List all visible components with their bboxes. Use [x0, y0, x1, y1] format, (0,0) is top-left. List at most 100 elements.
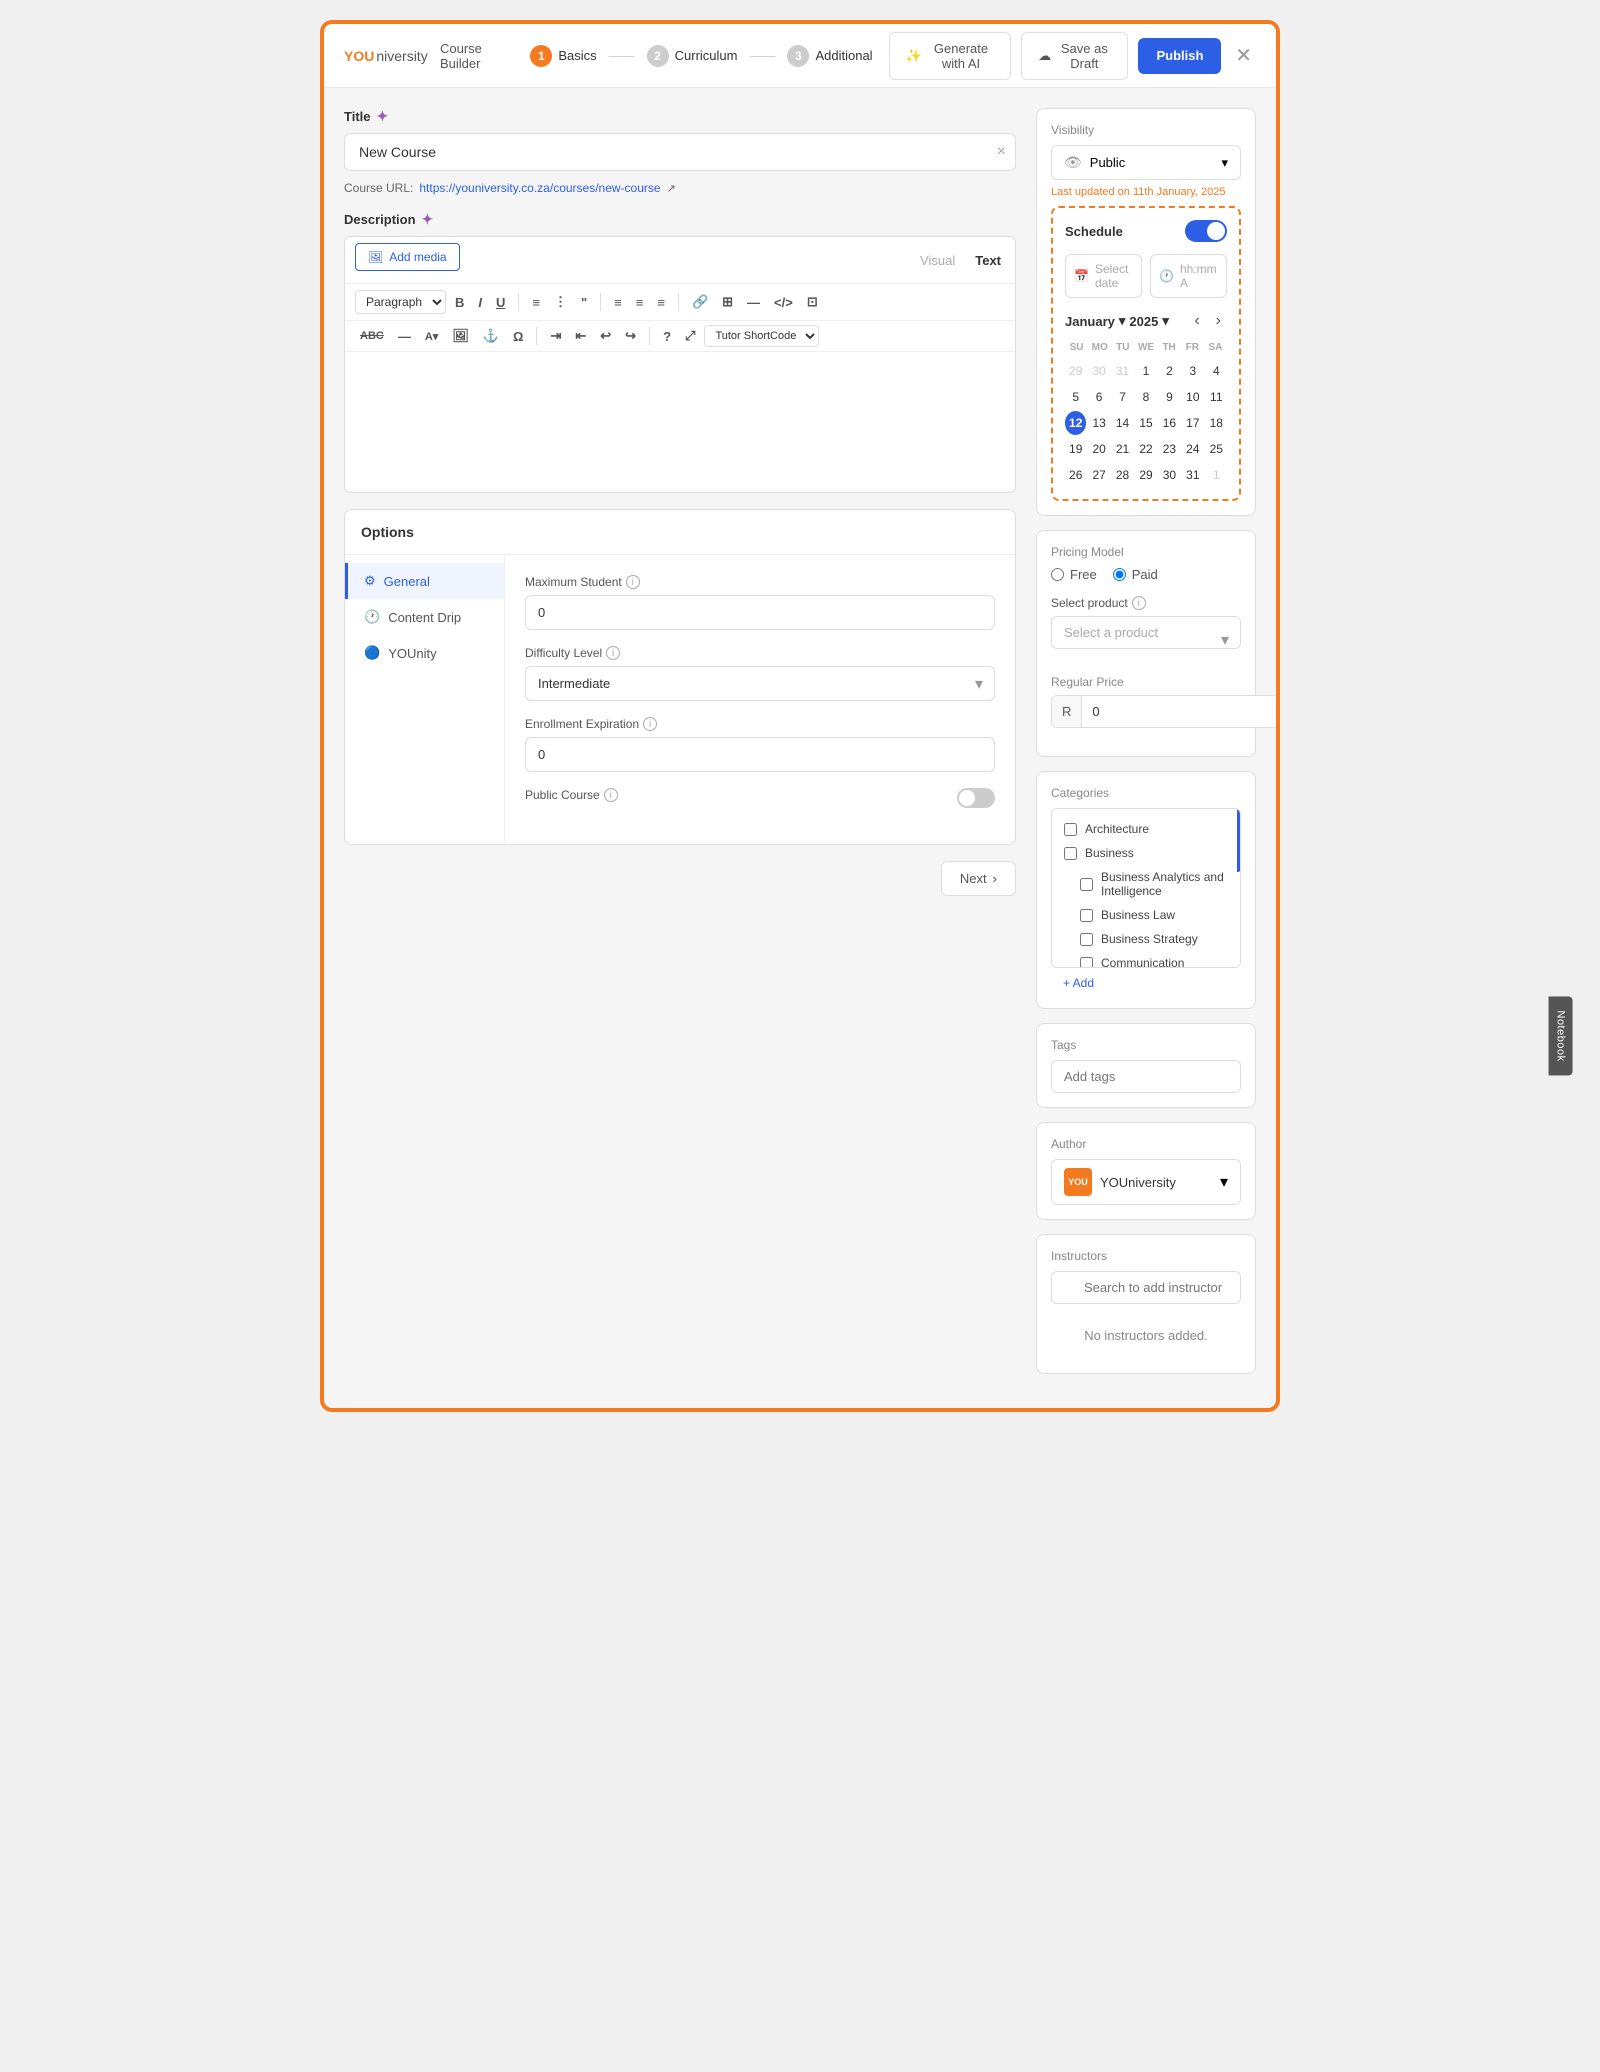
- notebook-tab[interactable]: Notebook: [1548, 996, 1572, 1075]
- indent-btn[interactable]: ⇥: [545, 325, 566, 347]
- outdent-btn[interactable]: ⇤: [570, 325, 591, 347]
- calendar-day-5[interactable]: 5: [1065, 385, 1086, 409]
- cat-business-strategy[interactable]: Business Strategy: [1052, 927, 1240, 951]
- omega-btn[interactable]: Ω: [508, 326, 528, 347]
- schedule-toggle[interactable]: [1185, 220, 1227, 242]
- calendar-prev-btn[interactable]: ‹: [1188, 310, 1205, 332]
- add-media-button[interactable]: 🖼 Add media: [355, 243, 460, 271]
- fullscreen-btn[interactable]: ⤢: [680, 325, 700, 347]
- divider-btn[interactable]: —: [393, 326, 416, 347]
- save-draft-button[interactable]: ☁ Save as Draft: [1021, 32, 1128, 80]
- undo-btn[interactable]: ↩: [595, 325, 616, 347]
- tab-content-drip[interactable]: 🕐 Content Drip: [345, 599, 504, 635]
- regular-price-input[interactable]: [1082, 696, 1278, 727]
- cat-business-analytics-checkbox[interactable]: [1080, 878, 1093, 891]
- cat-architecture[interactable]: Architecture: [1052, 817, 1240, 841]
- calendar-day-30[interactable]: 30: [1159, 463, 1180, 487]
- calendar-day-8[interactable]: 8: [1135, 385, 1156, 409]
- calendar-day-29[interactable]: 29: [1135, 463, 1156, 487]
- bold-btn[interactable]: B: [450, 292, 469, 313]
- cat-business-strategy-checkbox[interactable]: [1080, 933, 1093, 946]
- link-btn[interactable]: 🔗: [687, 291, 713, 313]
- ol-btn[interactable]: ⋮: [549, 291, 572, 313]
- calendar-day-11[interactable]: 11: [1206, 385, 1227, 409]
- editor-body[interactable]: [345, 352, 1015, 492]
- redo-btn[interactable]: ↪: [620, 325, 641, 347]
- cat-business-checkbox[interactable]: [1064, 847, 1077, 860]
- free-radio[interactable]: [1051, 568, 1064, 581]
- shortcode-select[interactable]: Tutor ShortCode: [704, 325, 819, 347]
- abc-btn[interactable]: ABC: [355, 327, 389, 345]
- calendar-day-31[interactable]: 31: [1112, 359, 1133, 383]
- product-select[interactable]: Select a product: [1051, 616, 1241, 649]
- tab-general[interactable]: ⚙ General: [345, 563, 504, 599]
- calendar-day-7[interactable]: 7: [1112, 385, 1133, 409]
- calendar-day-13[interactable]: 13: [1088, 411, 1109, 435]
- cat-architecture-checkbox[interactable]: [1064, 823, 1077, 836]
- calendar-day-18[interactable]: 18: [1206, 411, 1227, 435]
- calendar-day-22[interactable]: 22: [1135, 437, 1156, 461]
- author-select[interactable]: YOU YOUniversity ▾: [1051, 1159, 1241, 1205]
- calendar-day-15[interactable]: 15: [1135, 411, 1156, 435]
- calendar-day-12[interactable]: 12: [1065, 411, 1086, 435]
- enrollment-info[interactable]: i: [643, 717, 657, 731]
- select-product-info[interactable]: i: [1132, 596, 1146, 610]
- clear-title-button[interactable]: ×: [997, 143, 1006, 161]
- step-2[interactable]: 2 Curriculum: [647, 45, 738, 67]
- ul-btn[interactable]: ≡: [527, 292, 545, 313]
- underline-btn[interactable]: U: [491, 292, 510, 313]
- cat-communication[interactable]: Communication: [1052, 951, 1240, 968]
- paid-radio-label[interactable]: Paid: [1113, 567, 1158, 582]
- calendar-day-16[interactable]: 16: [1159, 411, 1180, 435]
- cat-business-law-checkbox[interactable]: [1080, 909, 1093, 922]
- code-btn[interactable]: </>: [769, 292, 798, 313]
- calendar-day-19[interactable]: 19: [1065, 437, 1086, 461]
- calendar-day-4[interactable]: 4: [1206, 359, 1227, 383]
- cat-communication-checkbox[interactable]: [1080, 957, 1093, 969]
- image-btn[interactable]: 🖼: [447, 325, 474, 347]
- text-view-btn[interactable]: Text: [971, 251, 1005, 270]
- help-btn[interactable]: ?: [658, 326, 676, 347]
- visual-view-btn[interactable]: Visual: [916, 251, 959, 270]
- calendar-next-btn[interactable]: ›: [1210, 310, 1227, 332]
- calendar-day-24[interactable]: 24: [1182, 437, 1203, 461]
- calendar-day-10[interactable]: 10: [1182, 385, 1203, 409]
- schedule-time-input[interactable]: 🕐 hh:mm A: [1150, 254, 1227, 298]
- calendar-day-31[interactable]: 31: [1182, 463, 1203, 487]
- calendar-day-25[interactable]: 25: [1206, 437, 1227, 461]
- align-center-btn[interactable]: ≡: [631, 292, 649, 313]
- max-student-input[interactable]: [525, 595, 995, 630]
- step-3[interactable]: 3 Additional: [787, 45, 872, 67]
- calendar-day-30[interactable]: 30: [1088, 359, 1109, 383]
- paid-radio[interactable]: [1113, 568, 1126, 581]
- step-1[interactable]: 1 Basics: [530, 45, 596, 67]
- difficulty-select[interactable]: Beginner Intermediate Advanced: [525, 666, 995, 701]
- calendar-day-23[interactable]: 23: [1159, 437, 1180, 461]
- calendar-day-1[interactable]: 1: [1135, 359, 1156, 383]
- cat-business[interactable]: Business: [1052, 841, 1240, 865]
- difficulty-info[interactable]: i: [606, 646, 620, 660]
- add-category-button[interactable]: + Add: [1051, 968, 1106, 994]
- align-left-btn[interactable]: ≡: [609, 292, 627, 313]
- calendar-day-21[interactable]: 21: [1112, 437, 1133, 461]
- paragraph-select[interactable]: Paragraph Heading 1 Heading 2: [355, 290, 446, 314]
- font-color-btn[interactable]: A▾: [420, 327, 443, 346]
- tags-input[interactable]: [1051, 1060, 1241, 1093]
- table-btn[interactable]: ⊞: [717, 291, 738, 313]
- calendar-day-17[interactable]: 17: [1182, 411, 1203, 435]
- next-button[interactable]: Next ›: [941, 861, 1016, 896]
- calendar-day-1[interactable]: 1: [1206, 463, 1227, 487]
- calendar-day-28[interactable]: 28: [1112, 463, 1133, 487]
- calendar-day-14[interactable]: 14: [1112, 411, 1133, 435]
- cat-business-law[interactable]: Business Law: [1052, 903, 1240, 927]
- course-url-link[interactable]: https://youniversity.co.za/courses/new-c…: [419, 181, 660, 195]
- visibility-select[interactable]: 👁 Public ▾: [1051, 145, 1241, 180]
- calendar-day-29[interactable]: 29: [1065, 359, 1086, 383]
- free-radio-label[interactable]: Free: [1051, 567, 1097, 582]
- schedule-date-input[interactable]: 📅 Select date: [1065, 254, 1142, 298]
- anchor-btn[interactable]: ⚓: [478, 325, 504, 347]
- calendar-day-6[interactable]: 6: [1088, 385, 1109, 409]
- more-btn[interactable]: ⊡: [802, 291, 823, 313]
- title-input[interactable]: [344, 133, 1016, 171]
- max-student-info[interactable]: i: [626, 575, 640, 589]
